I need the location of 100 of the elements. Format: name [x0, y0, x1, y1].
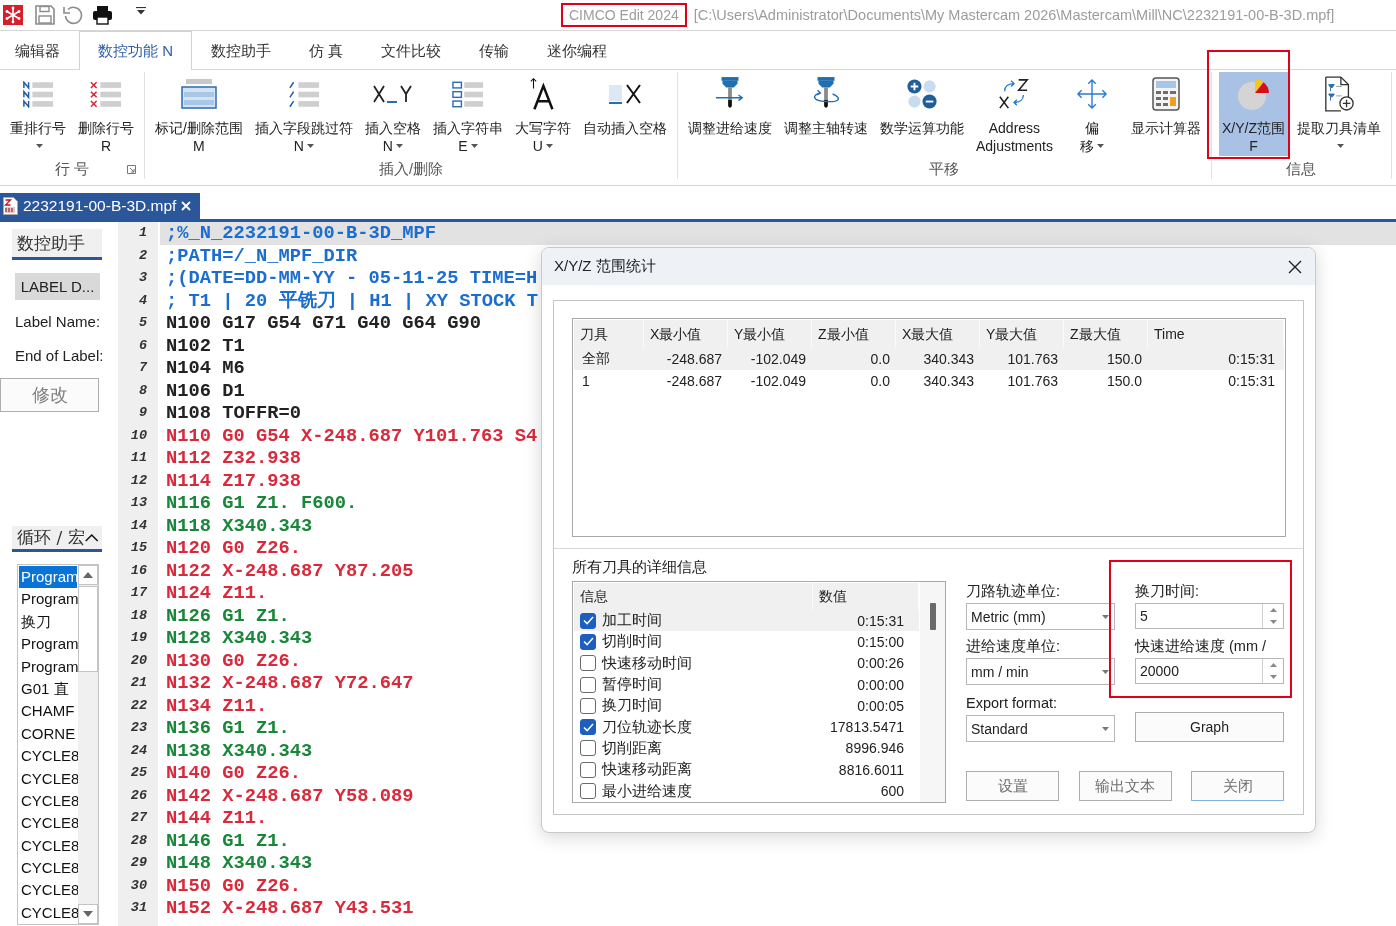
dropdown[interactable]: Standard: [966, 715, 1115, 742]
app-title: CIMCO Edit 2024: [569, 7, 679, 23]
spin-up-icon[interactable]: [1269, 608, 1277, 612]
list-item[interactable]: CYCLE8: [19, 767, 77, 790]
spin-down-icon[interactable]: [1269, 675, 1277, 679]
ribbon-button[interactable]: 数学运算功能: [876, 72, 967, 156]
list-item[interactable]: Program: [19, 566, 77, 589]
save-icon[interactable]: [35, 5, 55, 25]
print-icon[interactable]: [92, 5, 113, 25]
list-item[interactable]: CYCLE8: [19, 834, 77, 858]
panel-tab[interactable]: 数控助手: [12, 229, 102, 260]
panel-tab[interactable]: 循环 / 宏: [12, 526, 102, 552]
graph-button[interactable]: Graph: [1135, 712, 1284, 742]
code-line: N116 G1 Z1. F600.: [166, 492, 358, 514]
ribbon-button[interactable]: 调整进给速度: [684, 72, 775, 156]
list-item[interactable]: CYCLE8: [19, 857, 77, 880]
document-tab[interactable]: 2232191-00-B-3D.mpf: [0, 193, 201, 219]
list-item[interactable]: CYCLE8: [19, 745, 77, 768]
checkbox[interactable]: [580, 719, 596, 736]
list-item[interactable]: Program: [19, 655, 77, 678]
list-item[interactable]: CHAMF: [19, 700, 77, 723]
dialog-button[interactable]: 设置: [966, 771, 1059, 801]
code-line: ;(DATE=DD-MM-YY - 05-11-25 TIME=H: [166, 267, 538, 289]
list-item[interactable]: CYCLE8: [19, 812, 77, 835]
letters-underscore-icon: [372, 84, 413, 104]
table-cell-text: -102.049: [749, 351, 807, 367]
checkbox[interactable]: [580, 612, 596, 629]
table-cell-text: -102.049: [749, 373, 807, 389]
dialog-button[interactable]: 输出文本: [1078, 771, 1172, 801]
line-number: 31: [129, 899, 148, 917]
list-item[interactable]: CYCLE8: [19, 789, 77, 813]
code-line: N144 Z11.: [166, 807, 268, 829]
dialog-button[interactable]: 关闭: [1191, 771, 1284, 801]
customize-caret-icon[interactable]: [136, 7, 146, 15]
label-button[interactable]: LABEL D...: [15, 273, 100, 300]
list-item[interactable]: Program: [19, 588, 77, 611]
ribbon-tab[interactable]: 文件比较: [362, 32, 461, 70]
ribbon-button[interactable]: 删除行号 R: [75, 72, 137, 156]
line-number: 24: [129, 741, 148, 760]
list-item[interactable]: CYCLE8: [19, 879, 77, 902]
ribbon-button[interactable]: 标记/删除范围 M: [152, 72, 246, 156]
ribbon-button[interactable]: 插入空格 N: [361, 72, 424, 156]
checkbox[interactable]: [580, 633, 596, 650]
line-number: 6: [137, 336, 148, 355]
ribbon-button[interactable]: X/Y/Z范围 F: [1218, 72, 1288, 156]
list-row[interactable]: 加工时间 0:15:31: [574, 610, 919, 632]
list-item[interactable]: CYCLE8: [19, 901, 77, 925]
table-cell-text: -248.687: [665, 351, 723, 367]
ribbon-button[interactable]: 插入字符串 E: [429, 72, 506, 156]
list-item[interactable]: G01 直: [19, 677, 77, 701]
code-line: N108 TOFFR=0: [166, 402, 302, 424]
list-item[interactable]: 换刀: [19, 610, 77, 634]
spin-down-icon[interactable]: [1269, 620, 1277, 624]
field-label: 进给速度单位:: [966, 637, 1062, 656]
checkbox[interactable]: [580, 740, 596, 757]
dialog-launcher-icon[interactable]: [127, 164, 136, 174]
caret-icon: [1102, 669, 1109, 674]
close-icon[interactable]: [1288, 259, 1302, 274]
pie-chart-icon: [1236, 77, 1271, 111]
table-row[interactable]: 全部 -248.687 -102.049 0.0 340.343 101.763 150.0 0:15:31: [574, 348, 1284, 370]
checkbox[interactable]: [580, 697, 596, 714]
dropdown[interactable]: mm / min: [966, 658, 1115, 685]
checkbox[interactable]: [580, 655, 596, 672]
ribbon-tab[interactable]: 仿 真: [290, 32, 363, 70]
dropdown[interactable]: Metric (mm): [966, 603, 1115, 630]
square-letter-icon: [607, 83, 642, 105]
undo-icon[interactable]: [63, 5, 83, 25]
ribbon-button[interactable]: 偏 移: [1061, 72, 1122, 156]
list-item-label: 最小进给速度: [602, 781, 692, 801]
spin-field[interactable]: 5: [1135, 603, 1284, 629]
ribbon-button[interactable]: 显示计算器: [1127, 72, 1204, 156]
scrollbar-thumb[interactable]: [78, 586, 98, 672]
code-line: N136 G1 Z1.: [166, 717, 290, 739]
spin-up-icon[interactable]: [1269, 663, 1277, 667]
chevron-up-icon: [84, 532, 98, 543]
ribbon-button[interactable]: Address Adjustments: [972, 72, 1056, 156]
ribbon-button[interactable]: 大写字符 U: [511, 72, 574, 156]
checkbox[interactable]: [580, 676, 596, 693]
line-number: 26: [129, 786, 148, 805]
ribbon-button[interactable]: 提取刀具清单: [1293, 72, 1384, 156]
list-item[interactable]: CORNE: [19, 722, 77, 746]
ribbon-button[interactable]: 自动插入空格: [579, 72, 670, 156]
ribbon-tab[interactable]: 传输: [460, 32, 529, 70]
checkbox[interactable]: [580, 761, 596, 778]
ribbon-tab[interactable]: 数控助手: [192, 32, 290, 70]
checkbox[interactable]: [580, 783, 596, 799]
ribbon-button[interactable]: 调整主轴转速: [780, 72, 871, 156]
ribbon-button[interactable]: 插入字段跳过符 N: [251, 72, 356, 156]
spin-field[interactable]: 20000: [1135, 658, 1284, 684]
list-item[interactable]: Program: [19, 633, 77, 656]
ribbon-tab[interactable]: 迷你编程: [528, 32, 627, 70]
scrollbar-thumb[interactable]: [929, 603, 936, 630]
modify-button[interactable]: 修改: [0, 378, 99, 412]
numbered-lines-icon: [22, 80, 54, 108]
ribbon-tab[interactable]: 数控功能 N: [79, 31, 192, 70]
ribbon-tab[interactable]: 编辑器: [0, 32, 79, 70]
scroll-up-button[interactable]: [78, 565, 98, 585]
crossed-lines-icon: [90, 80, 122, 108]
scroll-down-button[interactable]: [78, 904, 98, 924]
ribbon-button[interactable]: 重排行号: [7, 72, 69, 156]
